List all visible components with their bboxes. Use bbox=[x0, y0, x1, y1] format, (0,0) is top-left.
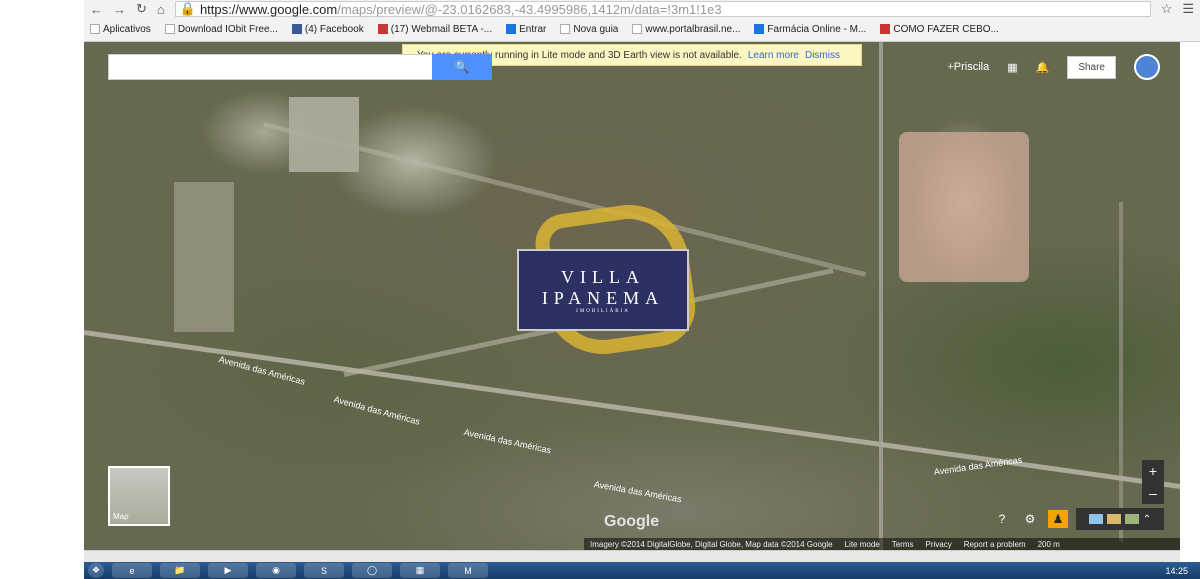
map-footer: Imagery ©2014 DigitalGlobe, Digital Glob… bbox=[584, 538, 1180, 550]
mail-icon bbox=[377, 24, 388, 34]
pegman-icon[interactable]: ♟ bbox=[1048, 510, 1068, 528]
start-button[interactable]: ❖ bbox=[88, 563, 104, 578]
address-bar[interactable]: 🔒 https://www.google.com /maps/preview/@… bbox=[174, 1, 1151, 17]
pharmacy-icon bbox=[754, 24, 765, 34]
bookmark-item[interactable]: (17) Webmail BETA -... bbox=[377, 24, 492, 35]
taskbar-app-icon[interactable]: ▦ bbox=[400, 563, 440, 578]
search-input[interactable] bbox=[108, 54, 433, 80]
search-icon: 🔍 bbox=[454, 60, 470, 74]
taskbar-chrome-icon[interactable]: ◉ bbox=[256, 563, 296, 578]
avenue-road bbox=[84, 330, 1180, 491]
url-main: https://www.google.com bbox=[199, 1, 338, 17]
expand-icon[interactable]: ⌃ bbox=[1143, 514, 1151, 525]
villa-ipanema-logo: VILLA IPANEMA IMOBILIÁRIA bbox=[517, 249, 689, 331]
taskbar-media-icon[interactable]: ▶ bbox=[208, 563, 248, 578]
learn-more-link[interactable]: Learn more bbox=[748, 50, 799, 61]
layer-thumb[interactable] bbox=[1124, 514, 1139, 524]
lite-mode-link[interactable]: Lite mode bbox=[845, 540, 880, 549]
road-label: Avenida das Américas bbox=[462, 427, 552, 456]
user-name-link[interactable]: +Priscila bbox=[947, 61, 989, 73]
reload-icon[interactable]: ↻ bbox=[136, 1, 147, 17]
bookmark-item[interactable]: www.portalbrasil.ne... bbox=[632, 24, 740, 35]
bookmark-item[interactable]: Nova guia bbox=[560, 24, 618, 35]
cleared-lot bbox=[174, 182, 234, 332]
road-label: Avenida das Américas bbox=[332, 394, 422, 427]
scale-label: 200 m bbox=[1037, 539, 1060, 549]
bookmarks-bar: Aplicativos Download IObit Free... (4) F… bbox=[84, 18, 1200, 40]
home-icon[interactable]: ⌂ bbox=[157, 2, 165, 17]
search-button[interactable]: 🔍 bbox=[432, 54, 492, 80]
windows-taskbar: ❖ e 📁 ▶ ◉ S ◯ ▦ M 14:25 bbox=[84, 562, 1200, 579]
zoom-out-button[interactable]: – bbox=[1149, 485, 1157, 501]
left-margin bbox=[0, 0, 84, 579]
menu-icon[interactable]: ☰ bbox=[1182, 1, 1194, 17]
quarry-area bbox=[899, 132, 1029, 282]
map-controls: ? ⚙ ♟ ⌃ bbox=[992, 508, 1164, 530]
star-icon[interactable]: ☆ bbox=[1161, 1, 1173, 17]
notifications-bell-icon[interactable]: 🔔 bbox=[1036, 61, 1050, 74]
attribution-text: Imagery ©2014 DigitalGlobe, Digital Glob… bbox=[590, 539, 833, 549]
layer-thumb[interactable] bbox=[1088, 514, 1103, 524]
privacy-link[interactable]: Privacy bbox=[926, 540, 952, 549]
taskbar-ie-icon[interactable]: e bbox=[112, 563, 152, 578]
lock-icon: 🔒 bbox=[179, 1, 196, 16]
road-label: Avenida das Américas bbox=[593, 479, 683, 505]
back-icon[interactable]: ← bbox=[90, 2, 103, 17]
satellite-map[interactable]: Avenida das Américas Avenida das América… bbox=[84, 42, 1180, 550]
browser-chrome: ← → ↻ ⌂ 🔒 https://www.google.com /maps/p… bbox=[84, 0, 1200, 42]
vertical-road bbox=[1119, 202, 1123, 542]
help-icon[interactable]: ? bbox=[992, 510, 1012, 528]
layer-thumb[interactable] bbox=[1106, 514, 1121, 524]
settings-gear-icon[interactable]: ⚙ bbox=[1020, 510, 1040, 528]
apps-icon bbox=[90, 24, 100, 34]
clock[interactable]: 14:25 bbox=[1165, 566, 1196, 576]
cleared-lot bbox=[289, 97, 359, 172]
bookmark-item[interactable]: COMO FAZER CEBO... bbox=[880, 24, 999, 35]
browser-toolbar: ← → ↻ ⌂ 🔒 https://www.google.com /maps/p… bbox=[84, 0, 1200, 18]
account-area: +Priscila ▦ 🔔 Share bbox=[947, 54, 1160, 80]
horizontal-scrollbar[interactable] bbox=[84, 550, 1180, 562]
bookmark-item[interactable]: Farmácia Online - M... bbox=[754, 24, 866, 35]
apps-grid-icon[interactable]: ▦ bbox=[1007, 61, 1017, 74]
bookmark-item[interactable]: (4) Facebook bbox=[291, 24, 364, 35]
page-icon bbox=[164, 24, 175, 34]
zoom-control: + – bbox=[1142, 460, 1164, 504]
page-icon bbox=[560, 24, 571, 34]
page-icon bbox=[632, 24, 643, 34]
bookmark-item[interactable]: Download IObit Free... bbox=[164, 24, 278, 35]
forward-icon[interactable]: → bbox=[113, 2, 126, 17]
gmail-icon bbox=[880, 24, 891, 34]
bookmark-item[interactable]: Entrar bbox=[506, 24, 546, 35]
vertical-road bbox=[879, 42, 883, 550]
taskbar-app-icon[interactable]: M bbox=[448, 563, 488, 578]
right-margin bbox=[1180, 42, 1200, 562]
facebook-icon bbox=[291, 24, 302, 34]
bookmark-item[interactable]: Aplicativos bbox=[90, 24, 151, 35]
taskbar-folder-icon[interactable]: 📁 bbox=[160, 563, 200, 578]
dismiss-link[interactable]: Dismiss bbox=[805, 50, 840, 61]
zoom-in-button[interactable]: + bbox=[1149, 463, 1157, 479]
windows-icon bbox=[506, 24, 517, 34]
share-button[interactable]: Share bbox=[1067, 55, 1116, 79]
minimap-toggle[interactable]: Map bbox=[108, 466, 170, 526]
taskbar-network-icon[interactable]: ◯ bbox=[352, 563, 392, 578]
avatar[interactable] bbox=[1134, 54, 1160, 80]
taskbar-skype-icon[interactable]: S bbox=[304, 563, 344, 578]
report-problem-link[interactable]: Report a problem bbox=[964, 540, 1026, 549]
terms-link[interactable]: Terms bbox=[892, 540, 914, 549]
imagery-layers-control[interactable]: ⌃ bbox=[1076, 508, 1164, 530]
url-rest: /maps/preview/@-23.0162683,-43.4995986,1… bbox=[337, 1, 722, 17]
google-logo: Google bbox=[604, 513, 660, 530]
